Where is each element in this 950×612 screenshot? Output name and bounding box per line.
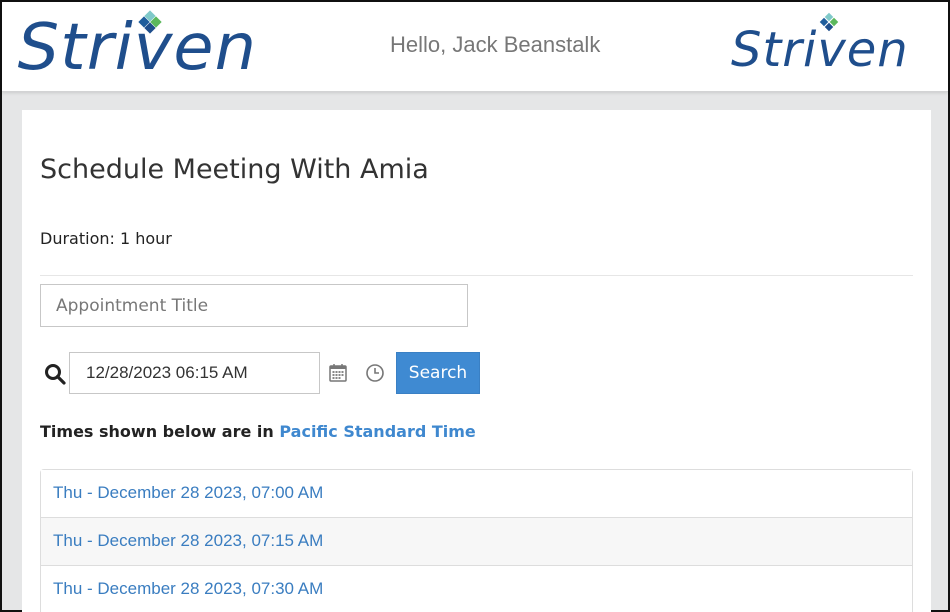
logo-text: Striven <box>17 11 257 85</box>
striven-logo-right[interactable]: Striven <box>731 12 909 80</box>
greeting: Hello, Jack Beanstalk <box>390 32 601 57</box>
time-slot[interactable]: Thu - December 28 2023, 07:15 AM <box>41 518 912 566</box>
header: Striven Hello, Jack Beanstalk Striven <box>2 2 948 92</box>
duration-label: Duration: 1 hour <box>40 229 172 248</box>
page-title: Schedule Meeting With Amia <box>40 154 429 185</box>
calendar-icon[interactable] <box>329 363 347 382</box>
clock-icon[interactable] <box>365 363 385 383</box>
divider <box>40 275 913 276</box>
time-slot[interactable]: Thu - December 28 2023, 07:30 AM <box>41 566 912 612</box>
time-slot[interactable]: Thu - December 28 2023, 07:00 AM <box>41 470 912 518</box>
search-button[interactable]: Search <box>396 352 480 394</box>
schedule-card: Schedule Meeting With Amia Duration: 1 h… <box>22 110 931 612</box>
logo-text: Striven <box>731 22 909 78</box>
time-slot-list: Thu - December 28 2023, 07:00 AM Thu - D… <box>40 469 913 612</box>
timezone-prefix: Times shown below are in <box>40 422 274 441</box>
timezone-notice: Times shown below are in Pacific Standar… <box>40 422 476 441</box>
date-time-input[interactable] <box>69 352 320 394</box>
appointment-title-input[interactable] <box>40 284 468 327</box>
search-icon <box>45 364 66 385</box>
striven-logo-left[interactable]: Striven <box>17 8 257 88</box>
timezone-link[interactable]: Pacific Standard Time <box>279 422 475 441</box>
